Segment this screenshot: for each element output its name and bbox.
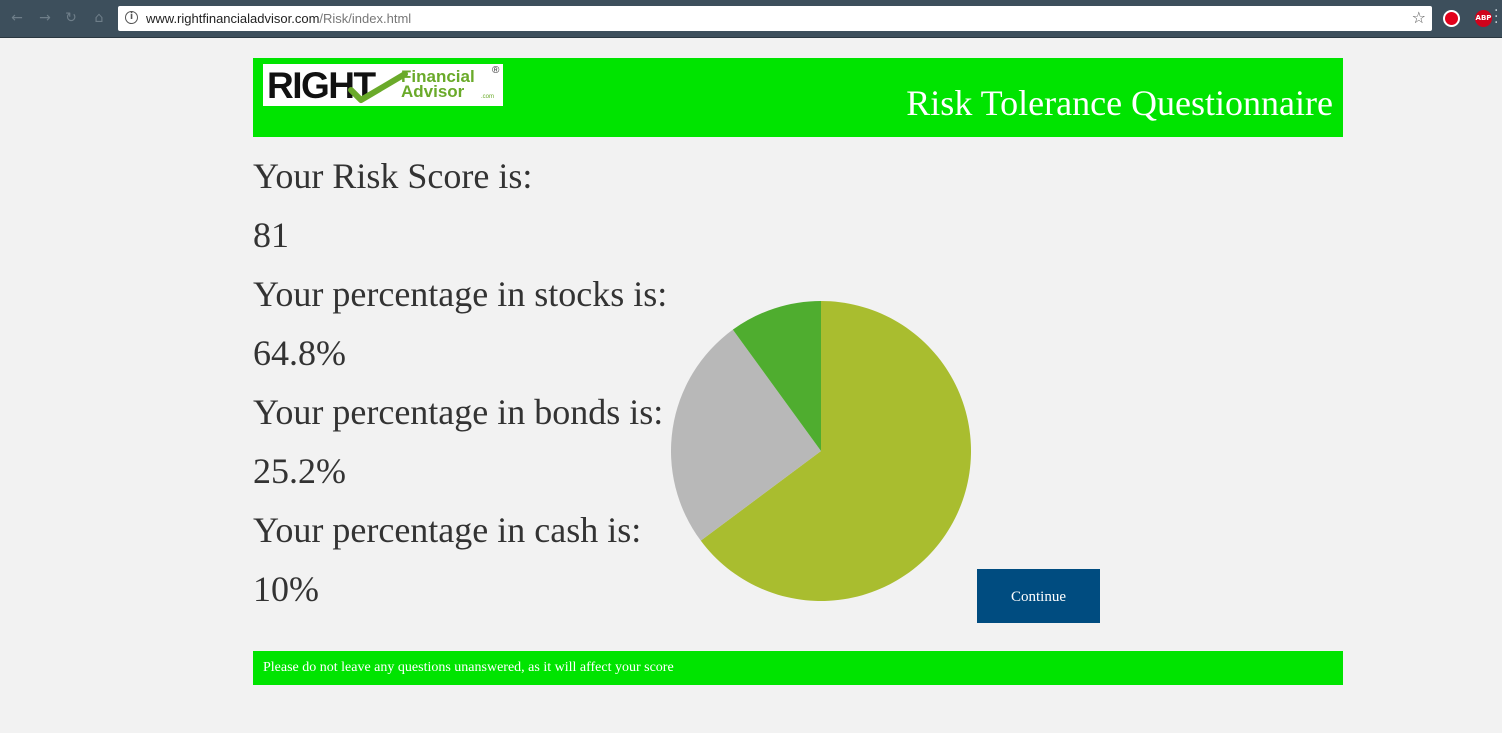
reload-icon[interactable]: ↻ (62, 9, 80, 27)
adblock-icon[interactable] (1443, 10, 1460, 27)
registered-mark: ® (492, 65, 500, 76)
logo-advisor-text: Advisor (401, 82, 465, 101)
page-title: Risk Tolerance Questionnaire (906, 83, 1333, 123)
site-logo[interactable]: RIGHT Financial Advisor .com ® (263, 64, 503, 106)
url-path: /Risk/index.html (319, 11, 412, 26)
forward-icon[interactable]: → (36, 9, 54, 27)
risk-score-value: 81 (253, 215, 289, 255)
cash-label: Your percentage in cash is: (253, 510, 642, 550)
bonds-label: Your percentage in bonds is: (253, 392, 664, 432)
allocation-pie-chart (671, 301, 971, 601)
stocks-label: Your percentage in stocks is: (253, 274, 668, 314)
continue-button[interactable]: Continue (977, 569, 1100, 623)
info-icon[interactable]: i (125, 11, 138, 24)
star-icon[interactable]: ☆ (1412, 8, 1426, 27)
back-icon[interactable]: ← (8, 9, 26, 27)
home-icon[interactable]: ⌂ (90, 9, 108, 27)
footer-note: Please do not leave any questions unansw… (263, 660, 674, 675)
bonds-value: 25.2% (253, 451, 346, 491)
risk-score-label: Your Risk Score is: (253, 156, 533, 196)
header-bar: RIGHT Financial Advisor .com ® Risk Tole… (253, 58, 1343, 137)
browser-toolbar: ← → ↻ ⌂ i www.rightfinancialadvisor.com/… (0, 0, 1502, 38)
address-bar[interactable]: i www.rightfinancialadvisor.com/Risk/ind… (118, 6, 1432, 31)
footer-bar: Please do not leave any questions unansw… (253, 651, 1343, 685)
checkmark-icon (348, 71, 408, 103)
stocks-value: 64.8% (253, 333, 346, 373)
url-text[interactable]: www.rightfinancialadvisor.com/Risk/index… (146, 11, 411, 26)
logo-dotcom-text: .com (481, 94, 495, 100)
abp-icon[interactable]: ABP (1475, 10, 1492, 27)
cash-value: 10% (253, 569, 319, 609)
menu-icon[interactable]: · · · (1494, 4, 1498, 30)
url-host: www.rightfinancialadvisor.com (146, 11, 320, 26)
